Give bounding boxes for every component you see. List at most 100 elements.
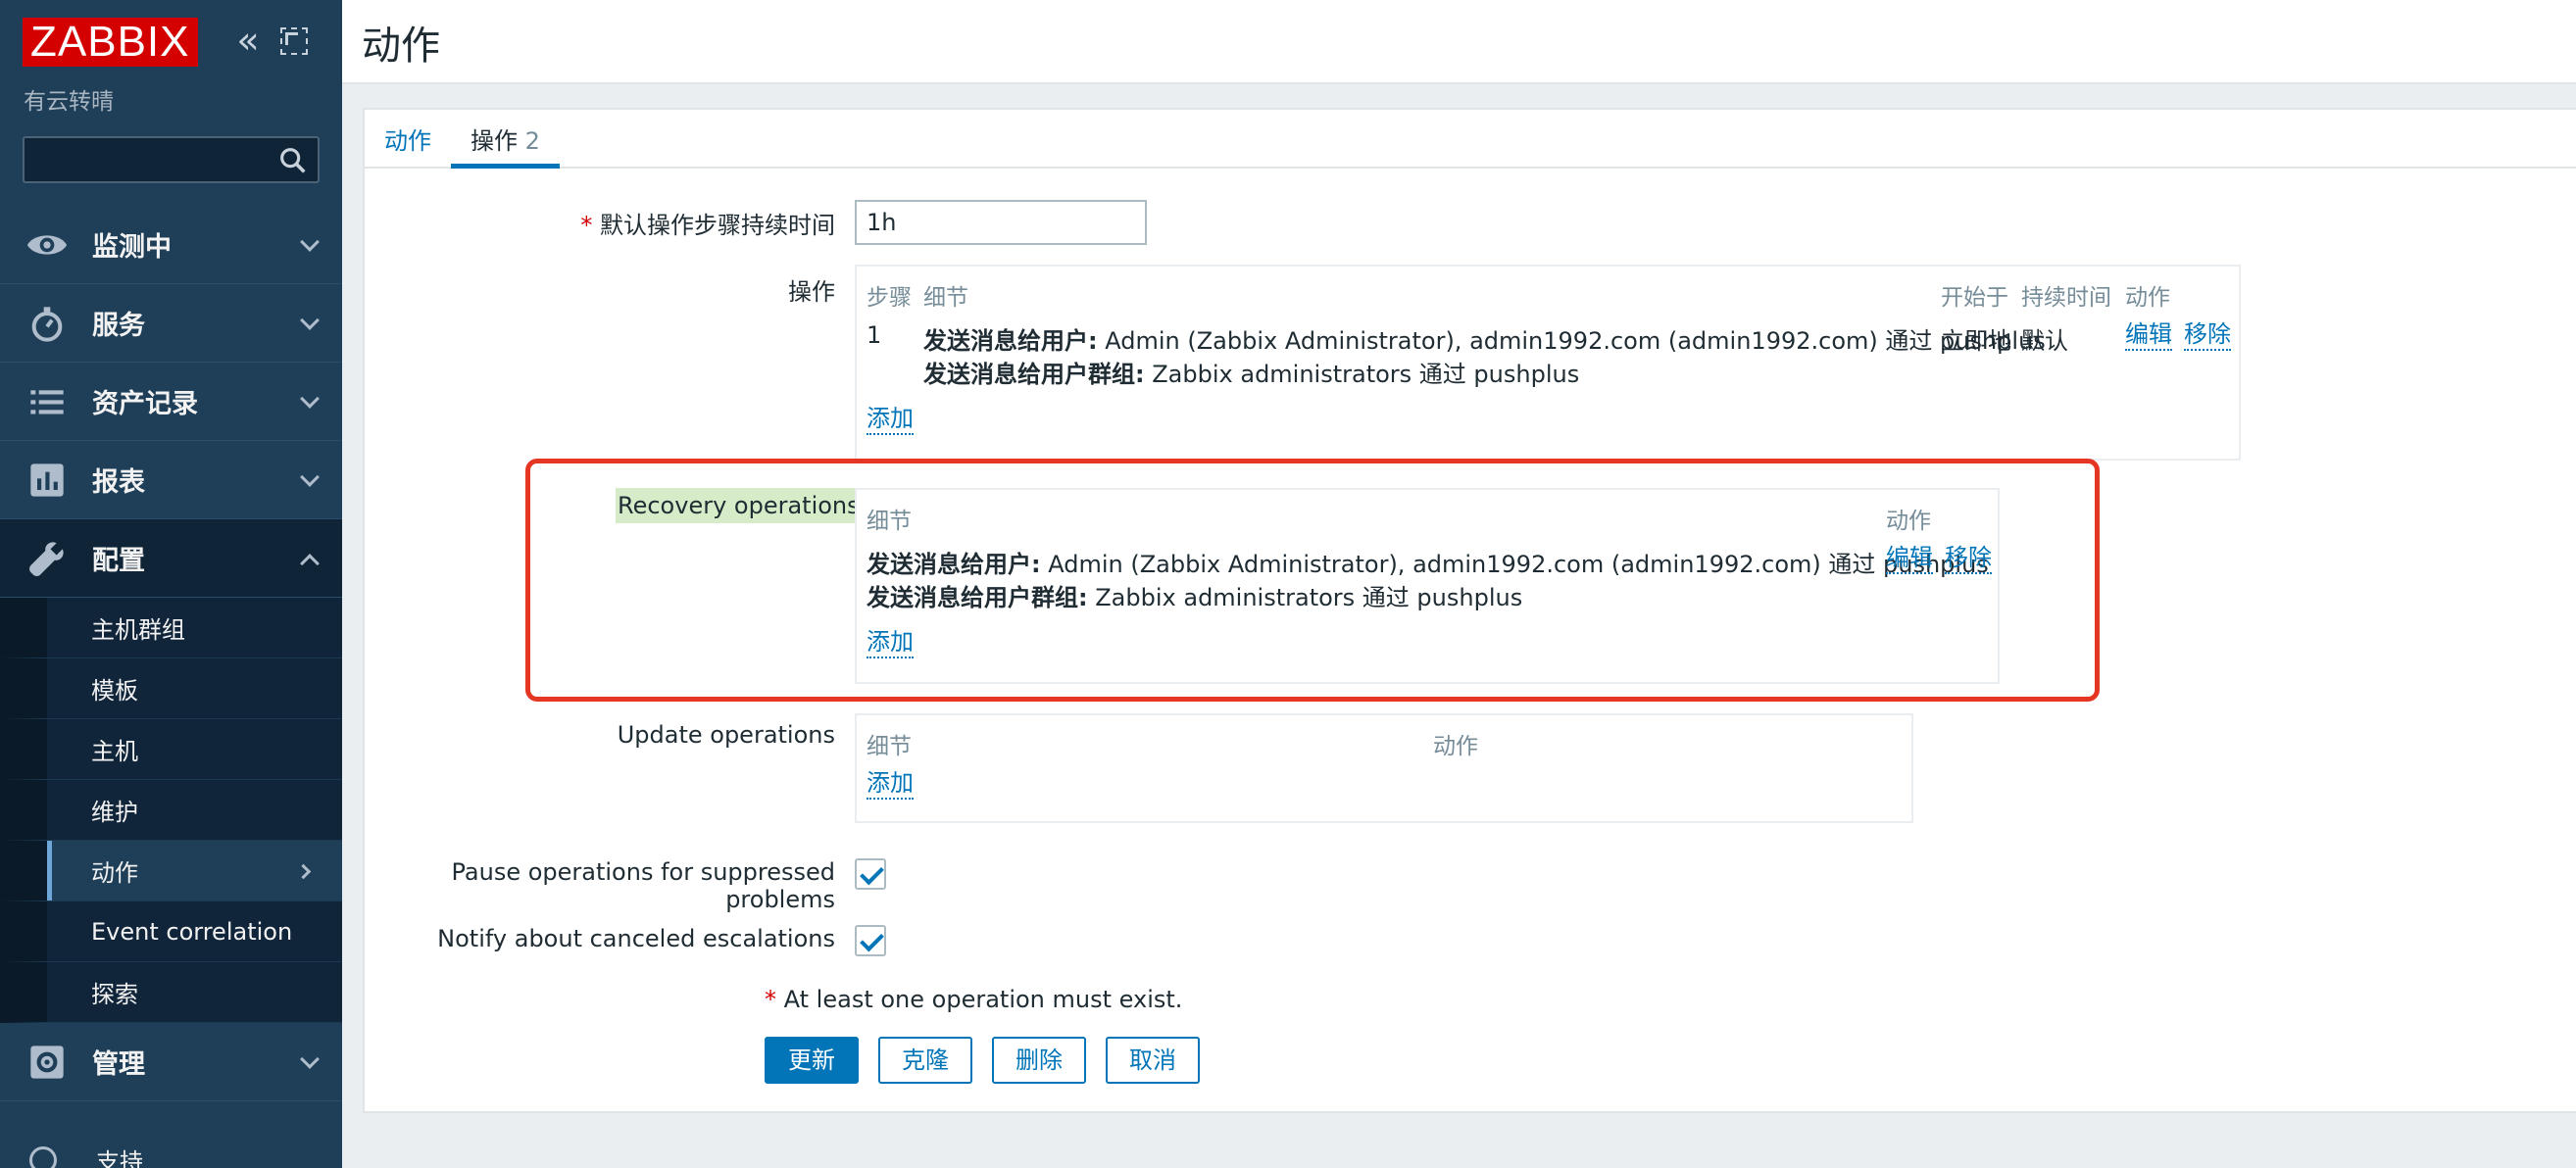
tab-count: 2 — [524, 127, 540, 155]
validation-note: * At least one operation must exist. — [765, 986, 1182, 1013]
notify-canceled-label: Notify about canceled escalations — [437, 925, 835, 952]
submenu-item-hosts[interactable]: 主机 — [0, 719, 342, 780]
chevron-down-icon — [300, 1049, 320, 1069]
submenu-item-actions[interactable]: 动作 — [0, 841, 342, 901]
stopwatch-icon — [24, 300, 71, 347]
chevron-down-icon — [300, 311, 320, 330]
required-marker: * — [765, 986, 784, 1013]
menu-item-monitoring[interactable]: 监测中 — [0, 206, 342, 284]
update-add-link[interactable]: 添加 — [867, 768, 914, 800]
chevron-down-icon — [300, 467, 320, 487]
menu-item-label: 报表 — [92, 467, 145, 498]
submenu-item-maintenance[interactable]: 维护 — [0, 780, 342, 841]
column-details: 细节 — [867, 734, 912, 759]
operations-table: 步骤 细节 开始于 持续时间 动作 1 发送消息给用户: Admin (Zabb… — [855, 265, 2241, 461]
detail-bold: 发送消息给用户: — [923, 327, 1098, 355]
chevron-right-icon — [295, 863, 312, 880]
chevron-up-icon — [300, 554, 320, 573]
column-steps: 步骤 — [867, 285, 912, 311]
step-duration-label-text: 默认操作步骤持续时间 — [600, 212, 835, 239]
gear-icon — [24, 1039, 71, 1086]
validation-note-text: At least one operation must exist. — [783, 986, 1183, 1013]
clone-button[interactable]: 克隆 — [878, 1037, 972, 1084]
page-header: 动作 — [342, 0, 2576, 84]
recovery-remove-link[interactable]: 移除 — [1945, 543, 1992, 574]
bar-chart-icon — [24, 457, 71, 504]
delete-button[interactable]: 删除 — [992, 1037, 1086, 1084]
submenu-item-event-correlation[interactable]: Event correlation — [0, 901, 342, 962]
column-start: 开始于 — [1941, 285, 2008, 311]
pause-suppressed-checkbox[interactable] — [855, 858, 886, 890]
tab-action[interactable]: 动作 — [365, 122, 451, 169]
update-operations-label: Update operations — [617, 721, 835, 749]
support-label: 支持 — [96, 1148, 143, 1168]
operations-label: 操作 — [788, 278, 835, 306]
recovery-edit-link[interactable]: 编辑 — [1886, 543, 1933, 574]
menu-item-label: 服务 — [92, 311, 145, 341]
column-action: 动作 — [1886, 509, 1931, 534]
search-icon[interactable] — [276, 144, 310, 177]
menu-item-label: 管理 — [92, 1049, 145, 1080]
search-input[interactable] — [25, 138, 260, 181]
operation-start: 立即地 — [1941, 327, 2011, 355]
menu-item-reports[interactable]: 报表 — [0, 441, 342, 519]
cancel-button[interactable]: 取消 — [1106, 1037, 1200, 1084]
notify-canceled-checkbox[interactable] — [855, 925, 886, 956]
menu-item-label: 配置 — [92, 546, 145, 576]
menu-item-support[interactable]: 支持 — [29, 1143, 143, 1168]
configuration-submenu: 主机群组 模板 主机 维护 动作 Event correlation 探索 — [0, 598, 342, 1023]
step-duration-label: * 默认操作步骤持续时间 — [580, 206, 835, 240]
submenu-item-label: 动作 — [91, 859, 138, 887]
recovery-detail-line2: 发送消息给用户群组: Zabbix administrators 通过 push… — [867, 578, 1522, 612]
detail-bold: 发送消息给用户: — [867, 551, 1041, 578]
kiosk-mode-icon[interactable] — [280, 27, 308, 55]
headset-icon — [29, 1145, 57, 1168]
column-details: 细节 — [923, 285, 968, 311]
tab-bar: 动作 操作 2 — [365, 110, 2576, 169]
detail-text: Admin (Zabbix Administrator), admin1992.… — [1097, 327, 2046, 355]
tab-operations[interactable]: 操作 2 — [451, 122, 560, 169]
collapse-sidebar-icon[interactable]: « — [231, 22, 265, 59]
detail-bold: 发送消息给用户群组: — [923, 361, 1145, 388]
update-button[interactable]: 更新 — [765, 1037, 859, 1084]
operation-detail-line2: 发送消息给用户群组: Zabbix administrators 通过 push… — [923, 355, 1579, 389]
sidebar: ZABBIX « 有云转晴 监测中 服务 资产记录 报表 配置 主机群组 模板 … — [0, 0, 342, 1168]
update-operations-table: 细节 动作 添加 — [855, 713, 1913, 823]
column-action: 动作 — [1433, 734, 1478, 759]
detail-text: Zabbix administrators 通过 pushplus — [1087, 584, 1523, 611]
chevron-down-icon — [300, 232, 320, 252]
zabbix-logo[interactable]: ZABBIX — [23, 18, 198, 67]
required-marker: * — [580, 212, 600, 239]
menu-item-label: 监测中 — [92, 232, 172, 263]
submenu-item-host-groups[interactable]: 主机群组 — [0, 598, 342, 658]
recovery-add-link[interactable]: 添加 — [867, 627, 914, 658]
list-icon — [24, 378, 71, 425]
menu-item-inventory[interactable]: 资产记录 — [0, 363, 342, 441]
menu-item-configuration[interactable]: 配置 — [0, 519, 342, 598]
column-duration: 持续时间 — [2021, 285, 2111, 311]
recovery-detail-line1: 发送消息给用户: Admin (Zabbix Administrator), a… — [867, 545, 1989, 579]
column-action: 动作 — [2125, 285, 2170, 311]
chevron-down-icon — [300, 389, 320, 409]
operation-remove-link[interactable]: 移除 — [2184, 319, 2231, 351]
main-menu: 监测中 服务 资产记录 报表 配置 主机群组 模板 主机 维护 动作 Event… — [0, 206, 342, 1101]
detail-text: Zabbix administrators 通过 pushplus — [1144, 361, 1580, 388]
operation-detail-line1: 发送消息给用户: Admin (Zabbix Administrator), a… — [923, 321, 2046, 356]
menu-item-administration[interactable]: 管理 — [0, 1023, 342, 1101]
operation-duration: 默认 — [2021, 327, 2068, 355]
pause-suppressed-label: Pause operations for suppressed problems — [451, 858, 836, 913]
recovery-operations-table: 细节 动作 发送消息给用户: Admin (Zabbix Administrat… — [855, 488, 2000, 684]
tab-label: 操作 — [471, 127, 518, 155]
operation-step: 1 — [867, 321, 882, 349]
sidebar-search — [23, 136, 320, 183]
page-title: 动作 — [362, 24, 440, 69]
menu-item-services[interactable]: 服务 — [0, 284, 342, 363]
operation-add-link[interactable]: 添加 — [867, 404, 914, 435]
operation-edit-link[interactable]: 编辑 — [2125, 319, 2172, 351]
submenu-item-templates[interactable]: 模板 — [0, 658, 342, 719]
submenu-item-discovery[interactable]: 探索 — [0, 962, 342, 1023]
recovery-operations-label: Recovery operations — [616, 488, 862, 523]
detail-text: Admin (Zabbix Administrator), admin1992.… — [1040, 551, 1989, 578]
column-details: 细节 — [867, 509, 912, 534]
step-duration-input[interactable]: 1h — [855, 200, 1147, 245]
